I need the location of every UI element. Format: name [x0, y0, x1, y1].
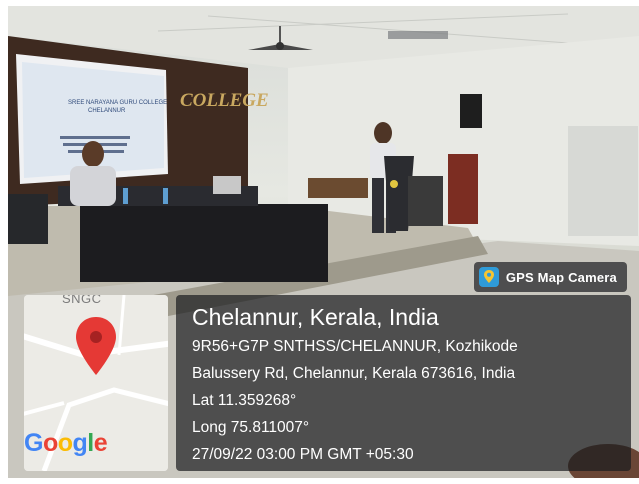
slide-title-line2: CHELANNUR: [88, 108, 126, 114]
badge-label: GPS Map Camera: [505, 269, 617, 285]
date-time: 27/09/22 03:00 PM GMT +05:30: [192, 446, 414, 463]
map-street-label: SNGC: [62, 295, 102, 306]
slide-title-line1: SREE NARAYANA GURU COLLEGE: [68, 100, 167, 106]
screenshot-frame: SREE NARAYANA GURU COLLEGE CHELANNUR COL…: [0, 0, 639, 484]
college-wall-sign: COLLEGE: [180, 90, 269, 111]
location-info-panel: Chelannur, Kerala, India 9R56+G7P SNTHSS…: [176, 295, 631, 471]
map-pin-app-icon: [478, 267, 499, 287]
address-line-2: Balussery Rd, Chelannur, Kerala 673616, …: [192, 365, 516, 382]
gps-map-camera-badge: GPS Map Camera: [473, 262, 627, 292]
location-map-thumbnail: SNGC Google: [24, 295, 168, 471]
longitude: Long 75.811007°: [192, 419, 310, 436]
wall-speaker: [460, 94, 482, 128]
head-table: [80, 204, 328, 282]
google-logo: Google: [24, 429, 108, 457]
laptop: [213, 176, 241, 194]
address-line-1: 9R56+G7P SNTHSS/CHELANNUR, Kozhikode: [192, 338, 518, 355]
latitude: Lat 11.359268°: [192, 392, 297, 409]
place-name: Chelannur, Kerala, India: [192, 304, 439, 330]
lectern: [448, 154, 478, 224]
